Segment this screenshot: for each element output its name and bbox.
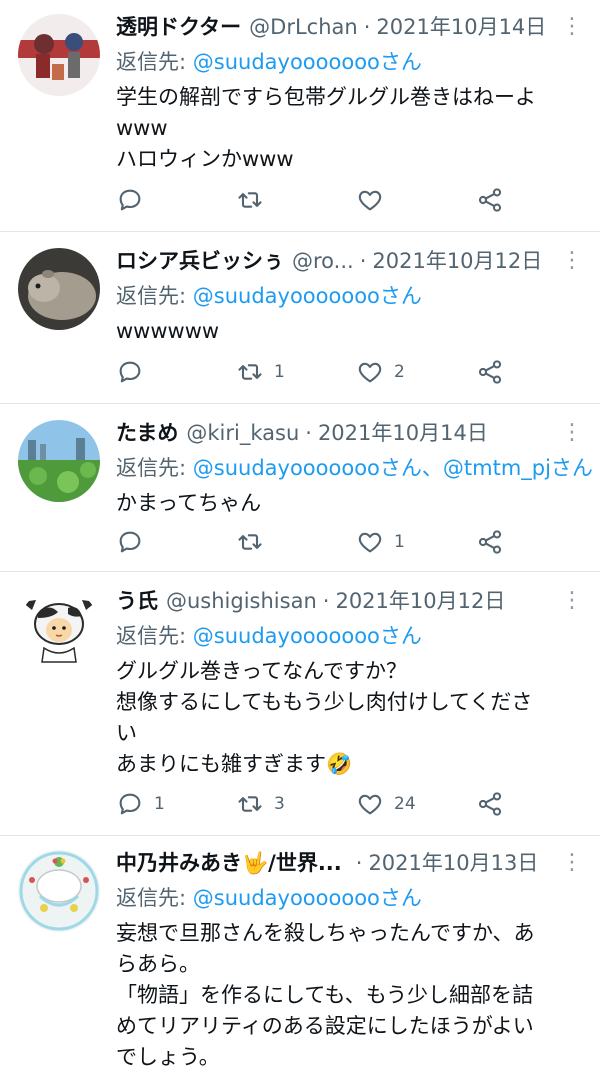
retweet-button[interactable]: 1 <box>236 354 356 390</box>
like-button[interactable]: 2 <box>356 354 476 390</box>
like-icon <box>358 362 382 383</box>
like-icon <box>358 532 382 553</box>
reply-icon <box>119 361 141 383</box>
like-button[interactable] <box>356 182 476 218</box>
retweet-count: 3 <box>274 794 285 814</box>
tweet-actions: 1 2 <box>116 354 516 390</box>
share-button[interactable] <box>476 786 516 822</box>
reply-button[interactable] <box>116 182 236 218</box>
reply-icon <box>119 189 141 211</box>
tweet-date[interactable]: 2021年10月13日 <box>368 844 538 882</box>
like-icon <box>358 190 382 211</box>
reply-to-link[interactable]: @suudayoooooooさん <box>193 886 422 910</box>
reply-to-link[interactable]: @suudayoooooooさん <box>193 284 422 308</box>
like-count: 2 <box>394 362 405 382</box>
reply-prefix: 返信先: <box>116 284 193 308</box>
tweet-feed: ⋮ 透明ドクター @DrLchan · 2021年10月14日 返信先: @su… <box>0 0 600 1078</box>
retweet-button[interactable]: 3 <box>236 786 356 822</box>
reply-prefix: 返信先: <box>116 456 193 480</box>
retweet-icon <box>238 364 262 380</box>
reply-button[interactable] <box>116 524 236 560</box>
display-name[interactable]: たまめ <box>116 414 178 452</box>
reply-prefix: 返信先: <box>116 50 193 74</box>
user-handle[interactable]: @DrLchan <box>249 8 358 46</box>
display-name[interactable]: ロシア兵ビッシぅ <box>116 242 284 280</box>
reply-context: 返信先: @suudayoooooooさん <box>116 882 584 914</box>
separator-dot: · <box>355 851 363 875</box>
reply-prefix: 返信先: <box>116 886 193 910</box>
like-count: 1 <box>394 532 405 552</box>
display-name[interactable]: 透明ドクター <box>116 8 241 46</box>
display-name[interactable]: う氏 <box>116 582 158 620</box>
tweet-text: かまってちゃん <box>116 491 262 515</box>
reply-context: 返信先: @suudayoooooooさん <box>116 620 584 652</box>
user-handle[interactable]: @ro... <box>292 242 354 280</box>
share-button[interactable] <box>476 524 516 560</box>
tweet-text: wwwwww <box>116 319 220 343</box>
separator-dot: · <box>363 15 371 39</box>
reply-context: 返信先: @suudayoooooooさん <box>116 280 584 312</box>
separator-dot: · <box>359 249 367 273</box>
reply-prefix: 返信先: <box>116 624 193 648</box>
avatar[interactable] <box>18 14 100 96</box>
share-icon <box>478 188 502 212</box>
avatar[interactable] <box>18 850 100 932</box>
reply-to-link[interactable]: @suudayoooooooさん、@tmtm_pjさん <box>193 456 593 480</box>
tweet-date[interactable]: 2021年10月14日 <box>318 414 488 452</box>
retweet-button[interactable] <box>236 524 356 560</box>
tweet-text: グルグル巻きってなんですか？ 想像するにしてももう少し肉付けしてくださ い あま… <box>116 659 533 776</box>
tweet-text: 妄想で旦那さんを殺しちゃったんですか、あ らあら。 「物語」を作るにしても、もう… <box>116 921 535 1069</box>
share-button[interactable] <box>476 354 516 390</box>
reply-to-link[interactable]: @suudayoooooooさん <box>193 50 422 74</box>
tweet-date[interactable]: 2021年10月12日 <box>335 582 505 620</box>
reply-button[interactable] <box>116 354 236 390</box>
reply-icon <box>119 531 141 553</box>
tweet[interactable]: ⋮ 透明ドクター @DrLchan · 2021年10月14日 返信先: @su… <box>0 0 600 232</box>
share-icon <box>478 530 502 554</box>
like-icon <box>358 794 382 815</box>
avatar[interactable] <box>18 248 100 330</box>
tweet[interactable]: ⋮ たまめ @kiri_kasu · 2021年10月14日 返信先: @suu… <box>0 404 600 572</box>
like-count: 24 <box>394 794 416 814</box>
avatar[interactable] <box>18 420 100 502</box>
user-handle[interactable]: @ushigishisan <box>166 582 317 620</box>
tweet-date[interactable]: 2021年10月12日 <box>372 242 542 280</box>
share-button[interactable] <box>476 182 516 218</box>
reply-icon <box>119 793 141 815</box>
reply-button[interactable]: 1 <box>116 786 236 822</box>
reply-context: 返信先: @suudayoooooooさん、@tmtm_pjさん <box>116 452 593 484</box>
share-icon <box>478 792 502 816</box>
retweet-icon <box>238 534 262 550</box>
tweet-date[interactable]: 2021年10月14日 <box>376 8 546 46</box>
retweet-icon <box>238 192 262 208</box>
like-button[interactable]: 1 <box>356 524 476 560</box>
reply-context: 返信先: @suudayoooooooさん <box>116 46 584 78</box>
retweet-icon <box>238 796 262 812</box>
tweet-actions <box>116 182 516 218</box>
display-name[interactable]: 中乃井みあき🤟/世界... <box>116 844 342 882</box>
tweet-text: 学生の解剖ですら包帯グルグル巻きはねーよ www ハロウィンかwww <box>116 85 536 171</box>
tweet[interactable]: ⋮ ロシア兵ビッシぅ @ro... · 2021年10月12日 返信先: @su… <box>0 232 600 404</box>
tweet[interactable]: ⋮ う氏 @ushigishisan · 2021年10月12日 返信先: @s… <box>0 572 600 836</box>
user-handle[interactable]: @kiri_kasu <box>186 414 299 452</box>
tweet[interactable]: ⋮ 中乃井みあき🤟/世界... · 2021年10月13日 返信先: @suud… <box>0 836 600 1078</box>
reply-count: 1 <box>154 794 165 814</box>
share-icon <box>478 360 502 384</box>
separator-dot: · <box>305 421 312 445</box>
reply-to-link[interactable]: @suudayoooooooさん <box>193 624 422 648</box>
separator-dot: · <box>322 589 330 613</box>
tweet-actions: 1 3 24 <box>116 786 516 822</box>
like-button[interactable]: 24 <box>356 786 476 822</box>
tweet-actions: 1 <box>116 524 516 560</box>
avatar[interactable] <box>18 588 100 670</box>
retweet-button[interactable] <box>236 182 356 218</box>
retweet-count: 1 <box>274 362 285 382</box>
